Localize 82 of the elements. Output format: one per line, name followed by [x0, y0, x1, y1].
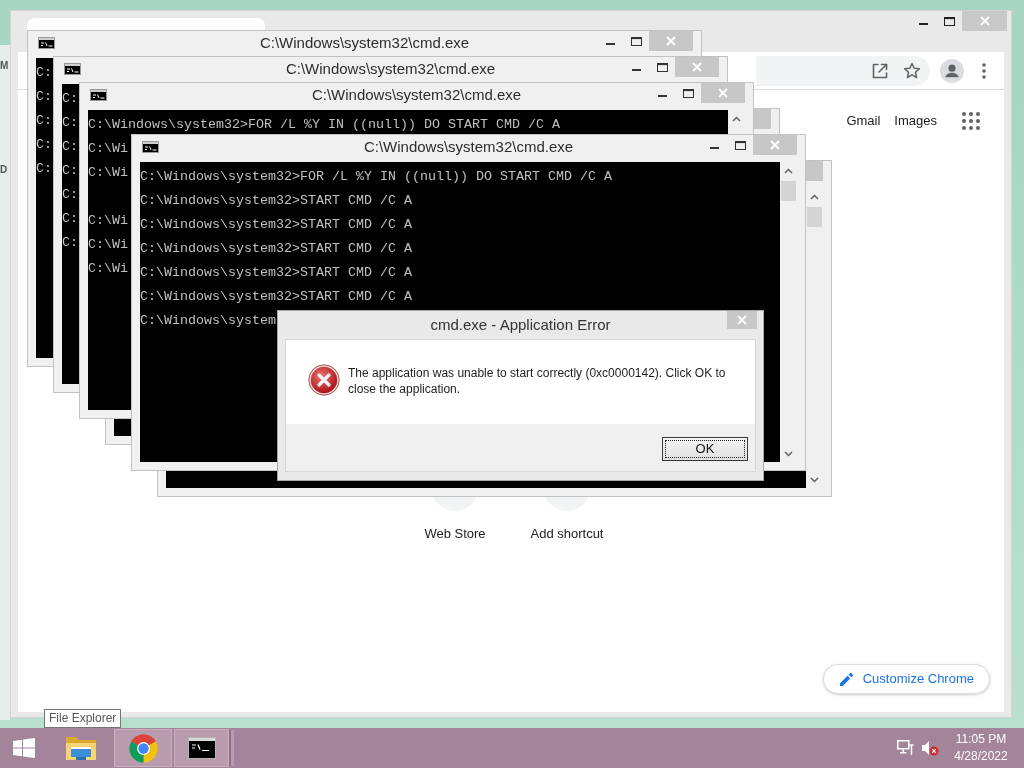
maximize-icon — [656, 62, 668, 72]
close-icon — [979, 16, 990, 26]
window-label: D — [0, 164, 8, 176]
console-line: C: — [36, 114, 52, 128]
console-line: C: — [36, 66, 52, 80]
close-icon — [770, 140, 780, 150]
windows-logo-icon — [13, 738, 35, 758]
console-line: C: — [62, 92, 78, 106]
maximize-icon — [682, 88, 694, 98]
console-line: C:\Windows\system32>FOR /L %Y IN ((null)) DO START CMD /C A — [88, 118, 560, 132]
console-line: C: — [36, 162, 52, 176]
window-title: C:\Windows\system32\cmd.exe — [259, 33, 470, 53]
close-icon — [718, 88, 728, 98]
close-icon — [737, 315, 747, 325]
console-line: C: — [62, 140, 78, 154]
network-icon[interactable] — [897, 740, 915, 756]
scroll-up-icon[interactable] — [784, 167, 793, 174]
minimize-icon — [918, 23, 928, 25]
speaker-muted-icon[interactable] — [921, 740, 939, 756]
window-label: M — [0, 60, 9, 72]
browser-logo-icon — [127, 732, 159, 764]
console-line: C: — [62, 116, 78, 130]
dialog-title: cmd.exe - Application Error — [430, 315, 611, 335]
shortcut-label[interactable]: Web Store — [424, 525, 486, 543]
console-line: C:\Windows\system32>START CMD /C A — [140, 218, 412, 232]
header-link[interactable]: Images — [894, 112, 937, 130]
console-icon — [187, 737, 216, 759]
scroll-up-icon[interactable] — [810, 193, 819, 200]
scroll-down-icon[interactable] — [810, 476, 819, 483]
scrollbar-thumb[interactable] — [781, 181, 796, 201]
close-icon — [692, 62, 702, 72]
minimize-icon — [631, 69, 641, 71]
error-icon — [308, 364, 340, 396]
console-line: C:\Wi — [88, 142, 128, 156]
apps-grid-icon[interactable] — [962, 112, 980, 130]
window-title: C:\Windows\system32\cmd.exe — [285, 59, 496, 79]
scroll-down-icon[interactable] — [784, 450, 793, 457]
maximize-icon — [943, 16, 955, 26]
shortcut-label[interactable]: Add shortcut — [530, 525, 604, 543]
maximize-icon — [734, 140, 746, 150]
console-line: C:\Windows\system — [140, 314, 276, 328]
taskbar-app-button[interactable] — [174, 729, 234, 767]
avatar-icon[interactable] — [940, 58, 964, 83]
console-app-icon — [64, 63, 81, 75]
scroll-up-icon[interactable] — [732, 115, 741, 122]
console-line: C:\Windows\system32>START CMD /C A — [140, 290, 412, 304]
star-icon[interactable] — [903, 61, 921, 80]
close-icon — [666, 36, 676, 46]
minimize-icon — [709, 147, 719, 149]
console-line: C:\Wi — [88, 238, 128, 252]
maximize-icon — [630, 36, 642, 46]
more-menu-icon[interactable] — [982, 62, 986, 79]
share-icon[interactable] — [871, 61, 889, 80]
console-app-icon — [142, 141, 159, 153]
console-line: C: — [62, 164, 78, 178]
ok-button[interactable]: OK — [662, 437, 748, 461]
minimize-icon — [605, 43, 615, 45]
console-line: C: — [62, 212, 78, 226]
window-title: C:\Windows\system32\cmd.exe — [311, 85, 522, 105]
console-app-icon — [38, 37, 55, 49]
header-link[interactable]: Gmail — [846, 112, 881, 130]
window-title: C:\Windows\system32\cmd.exe — [363, 137, 574, 157]
console-app-icon — [90, 89, 107, 101]
console-line: C:\Windows\system32>START CMD /C A — [140, 194, 412, 208]
folder-icon — [65, 734, 97, 762]
console-line: C:\Windows\system32>START CMD /C A — [140, 242, 412, 256]
console-line: C:\Wi — [88, 262, 128, 276]
console-line: C: — [62, 236, 78, 250]
console-line: C:\Windows\system32>START CMD /C A — [140, 266, 412, 280]
tooltip: File Explorer — [44, 709, 122, 728]
console-line: C: — [36, 138, 52, 152]
minimize-icon — [657, 95, 667, 97]
pencil-icon — [839, 672, 853, 686]
error-message: The application was unable to start correctly (0xc0000142). Click OK to close the application. — [348, 365, 727, 397]
console-line: C: — [36, 90, 52, 104]
scrollbar-thumb[interactable] — [807, 207, 822, 227]
console-line: C:\Wi — [88, 166, 128, 180]
console-line: C: — [62, 188, 78, 202]
console-line: C:\Windows\system32>FOR /L %Y IN ((null)) DO START CMD /C A — [140, 170, 612, 184]
address-bar[interactable] — [756, 55, 930, 86]
customize-button[interactable]: Customize Chrome — [822, 664, 990, 694]
console-line: C:\Wi — [88, 214, 128, 228]
